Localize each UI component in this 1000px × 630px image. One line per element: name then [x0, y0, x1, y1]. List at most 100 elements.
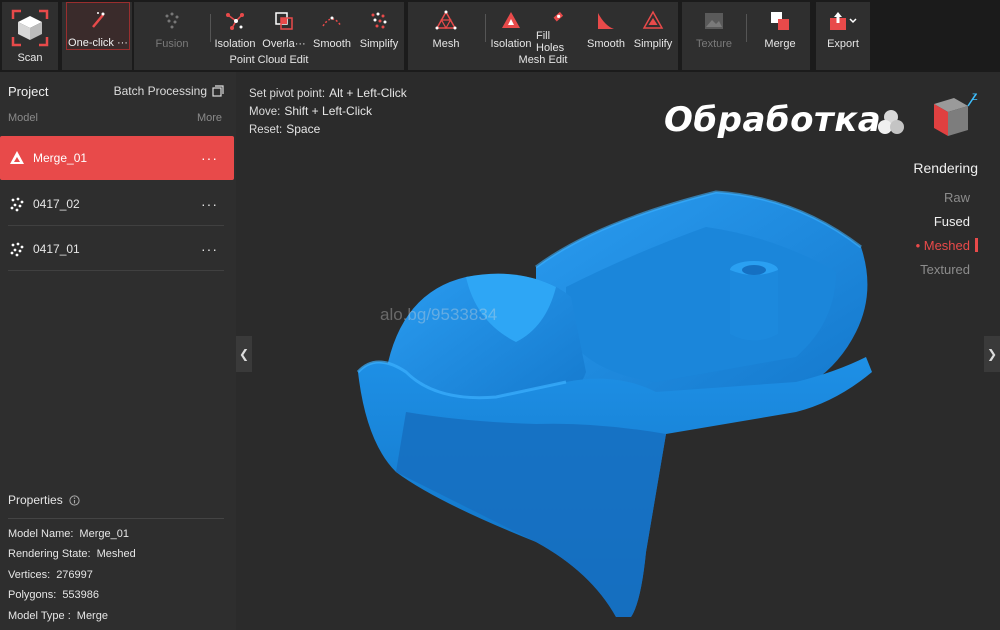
overlap-button[interactable]: Overla··· [260, 6, 308, 54]
prop-polygons: Polygons: 553986 [8, 589, 99, 601]
meshed-model[interactable] [236, 72, 1000, 630]
info-icon[interactable] [69, 494, 80, 506]
app-window: Scan One-click ··· Fusion Isolation Over… [0, 0, 1000, 630]
pc-smooth-button[interactable]: Smooth [310, 6, 354, 54]
mesh-isolation-icon [502, 12, 520, 28]
mesh-simplify-label: Simplify [633, 38, 673, 50]
model-options-button[interactable]: ··· [201, 196, 218, 212]
render-active-indicator [975, 238, 978, 252]
point-cloud-icon [10, 197, 24, 212]
render-raw-option[interactable]: Raw [944, 190, 970, 205]
model-header: Model [8, 112, 38, 124]
prop-key: Model Type : [8, 610, 71, 622]
model-options-button[interactable]: ··· [201, 241, 218, 257]
texture-button[interactable]: Texture [692, 6, 736, 54]
magic-wand-icon [92, 12, 105, 28]
fusion-button[interactable]: Fusion [148, 6, 196, 54]
prop-key: Polygons: [8, 589, 57, 601]
overlap-icon [275, 12, 293, 30]
mesh-button[interactable]: Mesh [426, 6, 466, 54]
texture-label: Texture [695, 38, 733, 50]
prop-key: Vertices: [8, 569, 51, 581]
mesh-edit-label: Mesh Edit [518, 54, 568, 66]
model-options-button[interactable]: ··· [201, 150, 218, 166]
pc-isolation-button[interactable]: Isolation [212, 6, 258, 54]
batch-icon [212, 85, 224, 97]
merge-button[interactable]: Merge [758, 6, 802, 54]
fusion-label: Fusion [155, 38, 189, 50]
mesh-simplify-icon [642, 10, 664, 29]
prop-value: 553986 [62, 589, 100, 601]
fill-holes-button[interactable]: Fill Holes [536, 6, 580, 54]
mesh-icon [435, 10, 457, 30]
mesh-isolation-label: Isolation [490, 38, 532, 50]
properties-header: Properties [8, 493, 80, 507]
fill-holes-label: Fill Holes [536, 30, 565, 54]
model-item-0417-01[interactable]: 0417_01 ··· [0, 227, 234, 271]
project-sidebar: Project Batch Processing Model More Merg… [0, 72, 236, 630]
pc-isolation-label: Isolation [214, 38, 256, 50]
scan-icon [11, 9, 49, 47]
mesh-isolation-button[interactable]: Isolation [488, 6, 534, 54]
model-item-merge-01[interactable]: Merge_01 ··· [0, 136, 234, 180]
axis-z-label: Z [972, 92, 978, 102]
3d-viewport[interactable]: Set pivot point: Alt + Left-Click Move: Sh… [236, 72, 1000, 630]
prop-vertices: Vertices: 276997 [8, 569, 93, 581]
prop-key: Model Name: [8, 528, 74, 540]
export-label: Export [827, 38, 859, 50]
more-link[interactable]: More [197, 112, 222, 124]
mesh-simplify-button[interactable]: Simplify [630, 6, 676, 54]
one-click-button[interactable]: One-click ··· [66, 2, 130, 50]
merge-label: Merge [764, 38, 796, 50]
view-cube-icon[interactable]: Z [920, 88, 980, 144]
fill-holes-icon [553, 11, 564, 22]
pc-simplify-label: Simplify [359, 38, 399, 50]
collapse-left-button[interactable]: ❮ [236, 336, 252, 372]
prop-value: 276997 [56, 569, 93, 581]
separator [210, 14, 211, 42]
export-group: Export [816, 2, 870, 70]
overlap-label: Overla··· [262, 38, 306, 50]
batch-processing-button[interactable]: Batch Processing [114, 84, 224, 98]
model-name: 0417_02 [33, 197, 80, 211]
simplify-icon [371, 12, 387, 29]
scan-label: Scan [17, 52, 43, 64]
mesh-model-icon [10, 151, 24, 164]
divider [8, 270, 224, 271]
project-title: Project [8, 84, 49, 99]
batch-processing-label: Batch Processing [113, 84, 207, 98]
export-button[interactable]: Export [820, 6, 866, 54]
merge-icon [771, 12, 789, 30]
pc-simplify-button[interactable]: Simplify [356, 6, 402, 54]
isolation-icon [226, 13, 244, 30]
separator [746, 14, 747, 42]
prop-value: Meshed [96, 548, 136, 560]
one-click-label: One-click ··· [68, 37, 128, 49]
smooth-icon [322, 16, 342, 27]
chevron-right-icon: ❯ [986, 347, 998, 361]
scan-button[interactable]: Scan [2, 2, 58, 70]
point-cloud-edit-group: Fusion Isolation Overla··· Smooth Simpli… [134, 2, 404, 70]
render-meshed-option[interactable]: • Meshed [916, 238, 970, 253]
fusion-icon [165, 12, 179, 29]
mesh-smooth-button[interactable]: Smooth [584, 6, 628, 54]
mesh-edit-group: Mesh Isolation Fill Holes Smooth Simplif… [408, 2, 678, 70]
render-fused-option[interactable]: Fused [934, 214, 970, 229]
render-textured-option[interactable]: Textured [920, 262, 970, 277]
mesh-smooth-icon [598, 13, 614, 29]
toolbar: Scan One-click ··· Fusion Isolation Over… [0, 0, 1000, 72]
point-cloud-icon [10, 242, 24, 257]
texture-icon [705, 13, 723, 29]
prop-value: Merge [76, 610, 108, 622]
prop-model-type: Model Type : Merge [8, 610, 108, 622]
lighting-icon[interactable] [876, 108, 906, 136]
divider [8, 518, 224, 519]
prop-rendering-state: Rendering State: Meshed [8, 548, 136, 560]
model-item-0417-02[interactable]: 0417_02 ··· [0, 182, 234, 226]
separator [485, 14, 486, 42]
prop-model-name: Model Name: Merge_01 [8, 528, 129, 540]
texture-merge-group: Texture Merge [682, 2, 810, 70]
mesh-label: Mesh [432, 38, 460, 50]
collapse-right-button[interactable]: ❯ [984, 336, 1000, 372]
chevron-left-icon: ❮ [238, 347, 250, 361]
